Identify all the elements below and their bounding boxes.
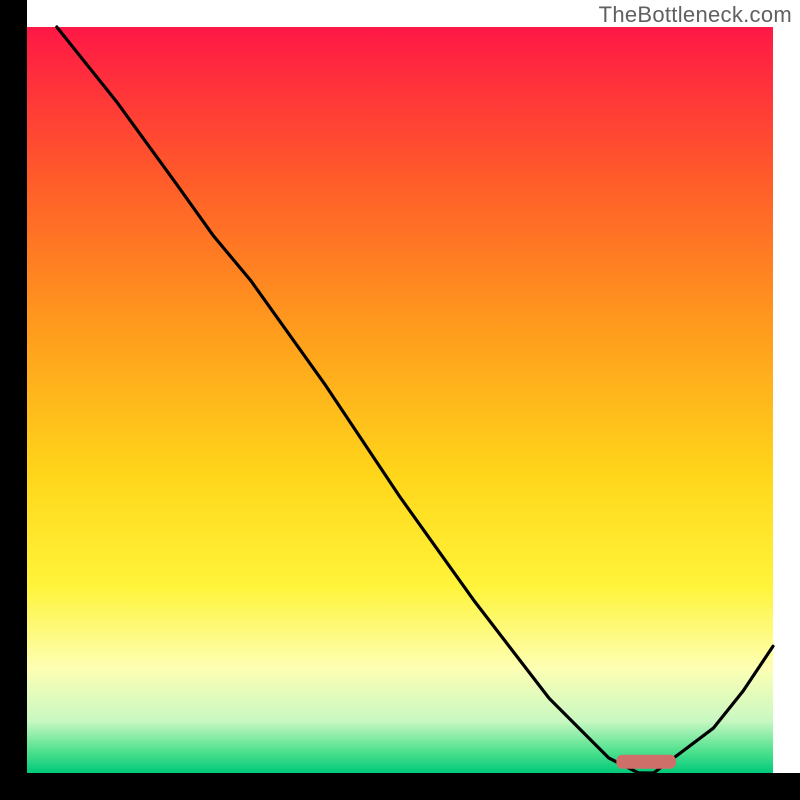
plot-background bbox=[27, 27, 773, 773]
axis-left bbox=[0, 0, 27, 800]
chart-frame: TheBottleneck.com bbox=[0, 0, 800, 800]
bottleneck-chart bbox=[0, 0, 800, 800]
watermark-text: TheBottleneck.com bbox=[599, 2, 792, 28]
axis-bottom bbox=[0, 773, 800, 800]
optimum-marker bbox=[616, 755, 676, 769]
